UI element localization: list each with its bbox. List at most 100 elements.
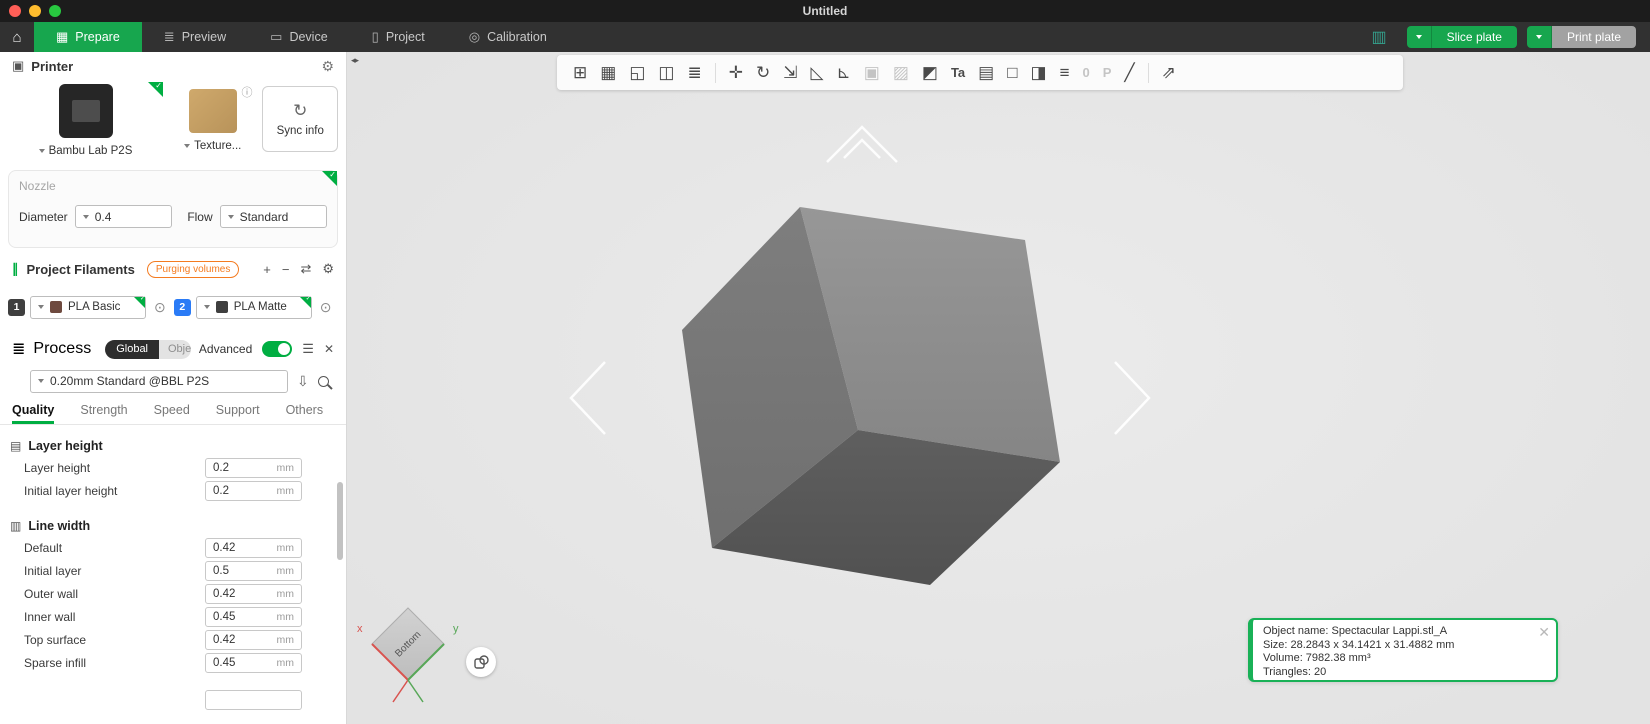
scope-global-button[interactable]: Global — [105, 339, 159, 359]
print-plate-button[interactable]: Print plate — [1551, 26, 1636, 48]
param-unit: mm — [276, 541, 295, 554]
param-value: 0.42 — [213, 541, 236, 554]
sync-icon: ↻ — [293, 101, 308, 120]
sync-info-label: Sync info — [276, 125, 324, 137]
nozzle-panel: Nozzle Diameter 0.4 Flow Standard — [8, 170, 338, 248]
chevron-down-icon — [82, 214, 89, 219]
param-unit: mm — [276, 564, 295, 577]
nozzle-diameter-select[interactable]: 0.4 — [74, 205, 173, 228]
zoom-window-button[interactable] — [49, 5, 61, 17]
close-window-button[interactable] — [9, 5, 21, 17]
param-row-partial — [0, 688, 346, 711]
view-reset-button[interactable] — [466, 647, 496, 677]
nozzle-flow-select[interactable]: Standard — [219, 205, 327, 228]
chevron-down-icon — [184, 144, 191, 148]
minimize-window-button[interactable] — [29, 5, 41, 17]
chevron-down-icon — [38, 379, 44, 383]
info-icon[interactable]: ⓘ — [241, 84, 252, 100]
printer-select-card[interactable]: Bambu Lab P2S — [8, 81, 163, 164]
tab-project[interactable]: ▯ Project — [350, 22, 447, 52]
printer-settings-gear-icon[interactable]: ⚙ — [321, 58, 334, 75]
filament-1-select[interactable]: PLA Basic — [30, 295, 146, 319]
filament-2-edit-icon[interactable]: ⊙ — [320, 299, 332, 316]
param-value: 0.45 — [213, 610, 236, 623]
tab-others[interactable]: Others — [286, 403, 324, 424]
tab-quality[interactable]: Quality — [12, 403, 55, 424]
param-value: 0.2 — [213, 461, 229, 474]
tab-label: Device — [289, 30, 328, 44]
parameter-list-icon[interactable]: ☰ — [302, 341, 314, 357]
param-input[interactable] — [205, 689, 302, 710]
flow-label: Flow — [187, 209, 213, 224]
tab-speed[interactable]: Speed — [154, 403, 190, 424]
tab-strength[interactable]: Strength — [80, 403, 127, 424]
top-surface-line-width-input[interactable]: 0.42 mm — [205, 629, 302, 650]
tab-preview[interactable]: ≣ Preview — [142, 22, 248, 52]
filament-2-badge: 2 — [173, 298, 191, 316]
search-settings-icon[interactable] — [317, 375, 329, 387]
advanced-toggle[interactable] — [262, 341, 293, 357]
compare-presets-icon[interactable]: ✕ — [324, 342, 334, 356]
nozzle-title: Nozzle — [19, 179, 56, 193]
filament-synced-check-icon — [299, 295, 311, 308]
remove-filament-button[interactable]: − — [282, 262, 290, 277]
preset-row: 0.20mm Standard @BBL P2S ⇩ — [0, 369, 346, 393]
tab-calibration[interactable]: ◎ Calibration — [447, 22, 569, 52]
inner-wall-line-width-input[interactable]: 0.45 mm — [205, 606, 302, 627]
default-line-width-input[interactable]: 0.42 mm — [205, 537, 302, 558]
home-button[interactable]: ⌂ — [0, 22, 34, 52]
filament-2-select[interactable]: PLA Matte — [195, 295, 312, 319]
plate-select-card[interactable]: Texture... ⓘ — [171, 82, 254, 164]
filament-synced-check-icon — [134, 295, 145, 308]
sidebar-scrollbar[interactable] — [337, 482, 343, 560]
param-unit: mm — [276, 633, 295, 646]
tab-support[interactable]: Support — [216, 403, 260, 424]
slice-options-dropdown[interactable] — [1406, 26, 1432, 48]
slice-plate-button[interactable]: Slice plate — [1431, 26, 1517, 48]
menubar: ⌂ ▦ Prepare ≣ Preview ▭ Device ▯ Project… — [0, 22, 1650, 52]
print-options-dropdown[interactable] — [1526, 26, 1552, 48]
plate-name: Texture... — [194, 140, 242, 152]
filament-1-badge: 1 — [8, 298, 25, 316]
filaments-icon: ∥ — [12, 261, 19, 276]
tab-device[interactable]: ▭ Device — [248, 22, 350, 52]
save-preset-icon[interactable]: ⇩ — [297, 373, 309, 390]
param-row: Outer wall 0.42 mm — [0, 582, 346, 605]
sync-filament-icon[interactable]: ⇄ — [300, 261, 311, 277]
sparse-infill-line-width-input[interactable]: 0.45 mm — [205, 652, 302, 673]
add-filament-button[interactable]: + — [263, 262, 271, 277]
workflow-icon[interactable]: ▥ — [1371, 27, 1386, 47]
tab-label: Prepare — [75, 30, 120, 44]
close-icon[interactable]: ✕ — [1538, 624, 1550, 641]
purging-volumes-button[interactable]: Purging volumes — [146, 260, 240, 278]
param-unit: mm — [276, 461, 295, 474]
group-title: Line width — [28, 519, 91, 533]
param-label: Default — [24, 540, 63, 555]
param-unit: mm — [276, 656, 295, 669]
param-label: Outer wall — [24, 586, 79, 601]
outer-wall-line-width-input[interactable]: 0.42 mm — [205, 583, 302, 604]
initial-layer-height-input[interactable]: 0.2 mm — [205, 480, 302, 501]
filament-settings-gear-icon[interactable]: ⚙ — [322, 261, 334, 277]
axis-gizmo[interactable]: Bottom x y — [357, 607, 459, 703]
build-plate-thumbnail — [188, 89, 237, 133]
initial-layer-line-width-input[interactable]: 0.5 mm — [205, 560, 302, 581]
param-value: 0.42 — [213, 633, 236, 646]
filament-1-edit-icon[interactable]: ⊙ — [154, 299, 166, 316]
notification-triangles: Triangles: 20 — [1263, 665, 1327, 678]
tab-prepare[interactable]: ▦ Prepare — [34, 22, 142, 52]
scope-objects-button[interactable]: Objects — [159, 339, 191, 359]
param-row: Layer height 0.2 mm — [0, 456, 346, 479]
sync-info-button[interactable]: ↻ Sync info — [262, 86, 338, 152]
layer-height-input[interactable]: 0.2 mm — [205, 457, 302, 478]
viewport-3d[interactable]: ◂▸ ⊞ ▦ ◱ ◫ ≣ ✛ ↻ ⇲ ◺ ⊾ ▣ ▨ ◩ Ta ▤ □ ◨ ≡ … — [347, 52, 1650, 724]
param-row: Inner wall 0.45 mm — [0, 605, 346, 628]
model-cube[interactable] — [682, 207, 1060, 585]
filaments-section-header: ∥ Project Filaments Purging volumes + − … — [0, 256, 346, 282]
filament-rows: 1 PLA Basic ⊙ 2 PLA Matte ⊙ — [0, 294, 346, 320]
process-preset-select[interactable]: 0.20mm Standard @BBL P2S — [30, 369, 288, 393]
param-row: Initial layer 0.5 mm — [0, 559, 346, 582]
chevron-down-icon — [1535, 35, 1542, 39]
param-unit: mm — [276, 484, 295, 497]
param-unit: mm — [276, 587, 295, 600]
